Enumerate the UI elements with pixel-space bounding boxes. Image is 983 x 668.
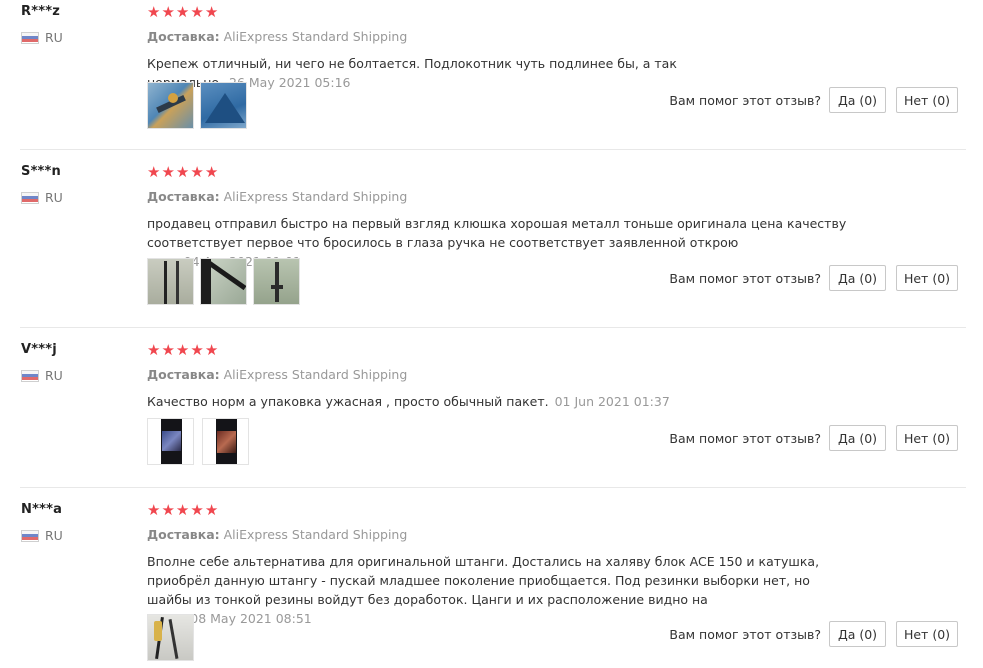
helpful-question: Вам помог этот отзыв?	[669, 92, 821, 108]
shipping-method: AliExpress Standard Shipping	[223, 29, 408, 44]
star-icon: ★	[147, 341, 161, 359]
helpful-vote: Вам помог этот отзыв? Да (0) Нет (0)	[669, 87, 958, 113]
vote-no-button[interactable]: Нет (0)	[896, 621, 958, 647]
star-icon: ★	[175, 501, 190, 519]
shipping-method: AliExpress Standard Shipping	[223, 189, 408, 204]
review-photo-thumbnail[interactable]	[253, 258, 300, 305]
reviewer-name: R***z	[21, 4, 60, 19]
vote-yes-button[interactable]: Да (0)	[829, 265, 886, 291]
star-icon: ★	[175, 341, 190, 359]
review-body: Качество норм а упаковка ужасная , прост…	[147, 394, 549, 409]
review-photo-thumbnail[interactable]	[200, 258, 247, 305]
review-item: S***n RU ★ ★ ★ ★ ★ Доставка: AliExpress Stan…	[0, 160, 966, 328]
country-code: RU	[45, 528, 63, 543]
star-icon: ★	[147, 3, 161, 21]
helpful-vote: Вам помог этот отзыв? Да (0) Нет (0)	[669, 265, 958, 291]
helpful-question: Вам помог этот отзыв?	[669, 430, 821, 446]
review-photo-thumbnail[interactable]	[147, 258, 194, 305]
russia-flag-icon	[21, 369, 39, 382]
divider	[20, 149, 966, 150]
vote-yes-button[interactable]: Да (0)	[829, 425, 886, 451]
review-photo-thumbnail[interactable]	[147, 418, 194, 465]
shipping-label: Доставка:	[147, 527, 220, 542]
review-date: 26 May 2021 05:16	[229, 75, 351, 90]
helpful-vote: Вам помог этот отзыв? Да (0) Нет (0)	[669, 425, 958, 451]
review-photos	[147, 82, 247, 129]
star-rating: ★ ★ ★ ★ ★	[147, 164, 218, 180]
star-icon: ★	[204, 501, 219, 519]
reviewer-country: RU	[21, 190, 63, 205]
review-photos	[147, 418, 249, 465]
review-photos	[147, 614, 194, 661]
russia-flag-icon	[21, 529, 39, 542]
review-text: Качество норм а упаковка ужасная , прост…	[147, 392, 867, 411]
helpful-question: Вам помог этот отзыв?	[669, 626, 821, 642]
star-icon: ★	[190, 163, 204, 181]
star-icon: ★	[190, 341, 204, 359]
vote-no-button[interactable]: Нет (0)	[896, 425, 958, 451]
review-text: Вполне себе альтернатива для оригинально…	[147, 552, 857, 628]
star-icon: ★	[175, 3, 190, 21]
star-icon: ★	[204, 341, 219, 359]
review-item: V***j RU ★ ★ ★ ★ ★ Доставка: AliExpress Stan…	[0, 338, 966, 488]
country-code: RU	[45, 190, 63, 205]
shipping-info: Доставка: AliExpress Standard Shipping	[147, 527, 407, 542]
star-icon: ★	[204, 163, 219, 181]
divider	[20, 327, 966, 328]
review-photo-thumbnail[interactable]	[202, 418, 249, 465]
review-date: 08 May 2021 08:51	[190, 611, 312, 626]
star-icon: ★	[204, 3, 219, 21]
vote-yes-button[interactable]: Да (0)	[829, 87, 886, 113]
divider	[20, 487, 966, 488]
star-icon: ★	[147, 501, 161, 519]
helpful-vote: Вам помог этот отзыв? Да (0) Нет (0)	[669, 621, 958, 647]
review-date: 01 Jun 2021 01:37	[554, 394, 670, 409]
review-photo-thumbnail[interactable]	[147, 614, 194, 661]
shipping-label: Доставка:	[147, 29, 220, 44]
shipping-method: AliExpress Standard Shipping	[223, 527, 408, 542]
vote-yes-button[interactable]: Да (0)	[829, 621, 886, 647]
helpful-question: Вам помог этот отзыв?	[669, 270, 821, 286]
star-rating: ★ ★ ★ ★ ★	[147, 502, 218, 518]
star-icon: ★	[161, 163, 175, 181]
shipping-label: Доставка:	[147, 189, 220, 204]
reviewer-country: RU	[21, 528, 63, 543]
star-icon: ★	[190, 3, 204, 21]
reviewer-name: S***n	[21, 164, 62, 179]
review-item: N***a RU ★ ★ ★ ★ ★ Доставка: AliExpress Stan…	[0, 498, 966, 668]
russia-flag-icon	[21, 31, 39, 44]
review-photo-thumbnail[interactable]	[147, 82, 194, 129]
review-item: R***z RU ★ ★ ★ ★ ★ Доставка: AliExpress Stan…	[0, 0, 966, 150]
country-code: RU	[45, 30, 63, 45]
country-code: RU	[45, 368, 63, 383]
vote-no-button[interactable]: Нет (0)	[896, 87, 958, 113]
star-icon: ★	[147, 163, 161, 181]
star-icon: ★	[161, 3, 175, 21]
star-icon: ★	[161, 341, 175, 359]
shipping-info: Доставка: AliExpress Standard Shipping	[147, 29, 407, 44]
shipping-info: Доставка: AliExpress Standard Shipping	[147, 367, 407, 382]
review-photo-thumbnail[interactable]	[200, 82, 247, 129]
star-icon: ★	[161, 501, 175, 519]
vote-no-button[interactable]: Нет (0)	[896, 265, 958, 291]
star-icon: ★	[175, 163, 190, 181]
reviewer-country: RU	[21, 368, 63, 383]
star-icon: ★	[190, 501, 204, 519]
shipping-info: Доставка: AliExpress Standard Shipping	[147, 189, 407, 204]
reviewer-country: RU	[21, 30, 63, 45]
star-rating: ★ ★ ★ ★ ★	[147, 4, 218, 20]
shipping-label: Доставка:	[147, 367, 220, 382]
shipping-method: AliExpress Standard Shipping	[223, 367, 408, 382]
russia-flag-icon	[21, 191, 39, 204]
reviewer-name: V***j	[21, 342, 57, 357]
review-photos	[147, 258, 300, 305]
star-rating: ★ ★ ★ ★ ★	[147, 342, 218, 358]
reviewer-name: N***a	[21, 502, 63, 517]
